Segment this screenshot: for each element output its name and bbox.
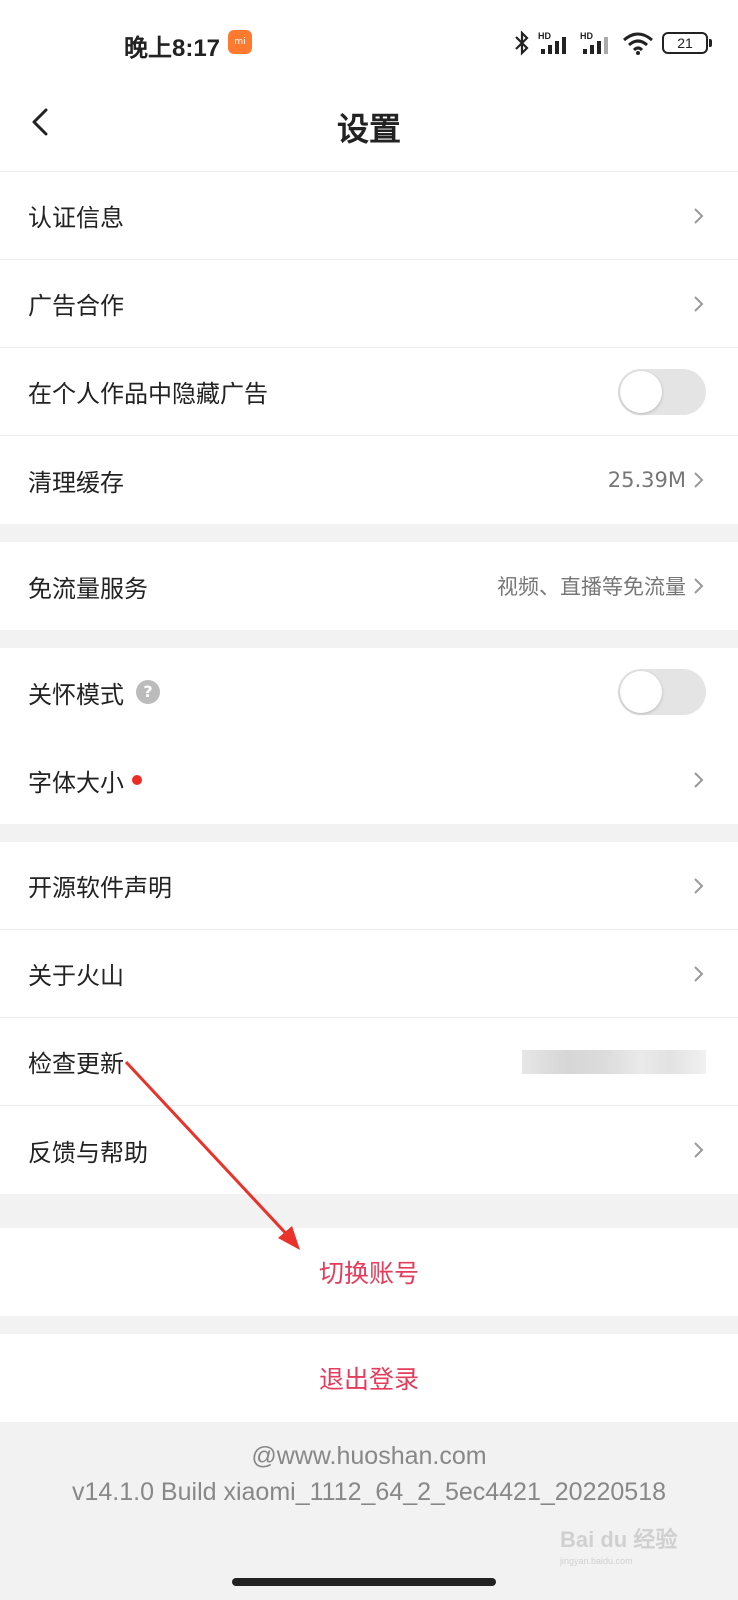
logout-button[interactable]: 退出登录 — [0, 1334, 738, 1422]
row-label: 在个人作品中隐藏广告 — [28, 380, 268, 408]
notification-dot — [132, 775, 142, 785]
switch-account-button[interactable]: 切换账号 — [0, 1228, 738, 1316]
row-about[interactable]: 关于火山 — [0, 930, 738, 1018]
row-label: 免流量服务 — [28, 574, 148, 603]
svg-text:HD: HD — [538, 31, 551, 41]
switch-account-label: 切换账号 — [318, 1259, 419, 1288]
chevron-right-icon — [694, 1142, 704, 1158]
toggle-knob — [620, 370, 662, 413]
footer-domain: @www.huoshan.com — [251, 1442, 487, 1470]
watermark-brand: Bai du 经验 — [560, 1527, 678, 1552]
row-clear-cache[interactable]: 清理缓存 25.39M — [0, 436, 738, 524]
status-bar: 晚上8:17 mi HD HD 21 — [0, 0, 738, 84]
status-time: 晚上8:17 — [124, 35, 221, 62]
bluetooth-icon — [514, 30, 530, 56]
chevron-right-icon — [694, 295, 704, 312]
app-notification-icon: mi — [228, 30, 252, 54]
row-auth-info[interactable]: 认证信息 — [0, 172, 738, 260]
chevron-right-icon — [694, 772, 704, 788]
settings-group-accessibility: 关怀模式 ? 字体大小 — [0, 648, 738, 824]
home-indicator[interactable] — [232, 1578, 496, 1586]
page-title: 设置 — [336, 110, 401, 148]
chevron-right-icon — [694, 877, 704, 894]
settings-group-data: 免流量服务 视频、直播等免流量 — [0, 542, 738, 630]
watermark-url: jingyan.baidu.com — [560, 1556, 633, 1566]
chevron-right-icon — [694, 578, 704, 594]
chevron-right-icon — [694, 965, 704, 982]
row-label: 开源软件声明 — [28, 874, 172, 902]
row-care-mode: 关怀模式 ? — [0, 648, 738, 736]
row-label: 广告合作 — [28, 292, 124, 320]
row-ad-cooperation[interactable]: 广告合作 — [0, 260, 738, 348]
chevron-right-icon — [694, 207, 704, 224]
chevron-right-icon — [694, 472, 704, 488]
row-label: 字体大小 — [28, 768, 124, 797]
row-font-size[interactable]: 字体大小 — [0, 736, 738, 824]
signal-hd-icon: HD — [580, 30, 614, 56]
row-label: 反馈与帮助 — [28, 1138, 148, 1167]
nav-bar: 设置 — [0, 84, 738, 172]
row-open-source[interactable]: 开源软件声明 — [0, 842, 738, 930]
free-data-description: 视频、直播等免流量 — [497, 575, 686, 599]
row-feedback[interactable]: 反馈与帮助 — [0, 1106, 738, 1194]
blurred-version-value — [522, 1049, 706, 1074]
row-free-data-service[interactable]: 免流量服务 视频、直播等免流量 — [0, 542, 738, 630]
row-label: 清理缓存 — [28, 468, 124, 497]
row-hide-ads: 在个人作品中隐藏广告 — [0, 348, 738, 436]
row-label: 检查更新 — [28, 1050, 124, 1078]
help-icon[interactable]: ? — [136, 680, 160, 704]
row-label: 关怀模式 — [28, 680, 124, 709]
hide-ads-toggle[interactable] — [618, 368, 706, 415]
baidu-watermark-logo: Bai du 经验 jingyan.baidu.com — [560, 1522, 710, 1566]
row-label: 关于火山 — [28, 962, 124, 990]
logout-label: 退出登录 — [318, 1365, 419, 1394]
settings-group-account: 认证信息 广告合作 在个人作品中隐藏广告 清理缓存 25.39M — [0, 172, 738, 524]
status-icons: HD HD 21 — [514, 28, 712, 58]
row-label: 认证信息 — [28, 204, 124, 232]
svg-text:HD: HD — [580, 31, 593, 41]
settings-group-about: 开源软件声明 关于火山 检查更新 反馈与帮助 — [0, 842, 738, 1194]
row-check-update[interactable]: 检查更新 — [0, 1018, 738, 1106]
footer-version: v14.1.0 Build xiaomi_1112_64_2_5ec4421_2… — [71, 1478, 667, 1506]
signal-hd-icon: HD — [538, 30, 572, 56]
wifi-icon — [622, 30, 654, 56]
care-mode-toggle[interactable] — [618, 669, 706, 715]
cache-size-value: 25.39M — [607, 468, 686, 492]
toggle-knob — [620, 671, 662, 713]
battery-icon: 21 — [662, 32, 712, 54]
